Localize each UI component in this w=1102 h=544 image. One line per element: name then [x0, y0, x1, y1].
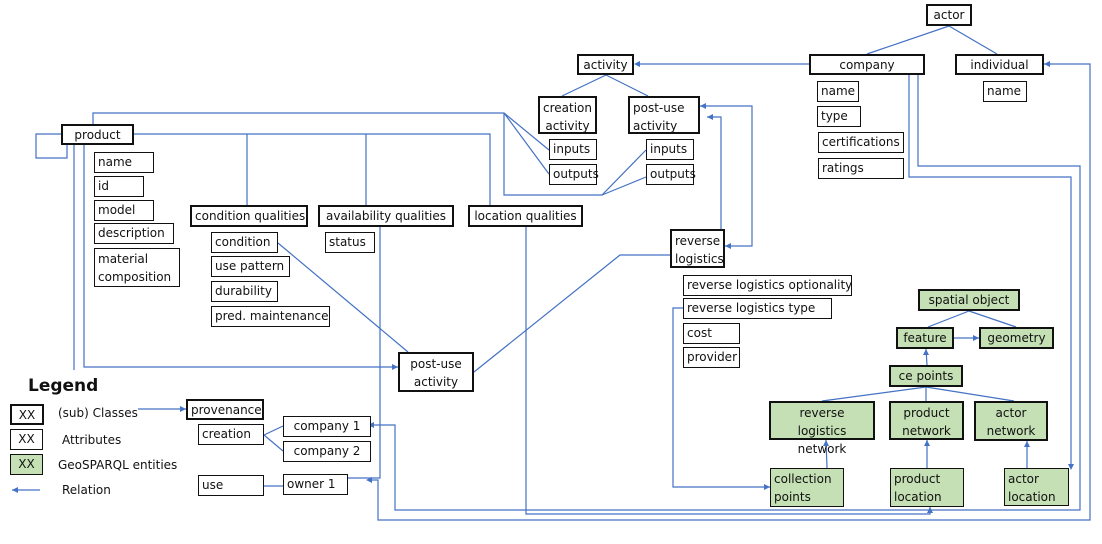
class-post-use-activity[interactable]: post-use activity — [628, 96, 700, 134]
attr-status: status — [325, 232, 375, 253]
geo-actor-location[interactable]: actor location — [1004, 468, 1069, 506]
geo-reverse-logistics-network[interactable]: reverse logistics network — [769, 401, 875, 456]
geo-product-network[interactable]: product network — [889, 401, 964, 440]
attr-owner-1: owner 1 — [283, 474, 348, 495]
attr-creation-outputs: outputs — [549, 164, 599, 185]
geo-product-location[interactable]: product location — [890, 468, 964, 507]
legend-classes-label: (sub) Classes — [58, 406, 138, 420]
attr-pred-maintenance: pred. maintenance — [211, 306, 330, 327]
class-location-qualities[interactable]: location qualities — [468, 205, 583, 227]
geo-feature[interactable]: feature — [896, 327, 954, 349]
attr-rl-optionality: reverse logistics optionality — [683, 275, 852, 296]
attr-cost: cost — [683, 323, 740, 344]
attr-postuse-outputs: outputs — [646, 164, 696, 185]
geo-collection-points[interactable]: collection points — [770, 468, 844, 507]
class-actor[interactable]: actor — [926, 4, 972, 26]
attr-condition: condition — [211, 232, 278, 253]
class-provenance[interactable]: provenance — [186, 399, 264, 420]
class-company[interactable]: company — [809, 54, 925, 75]
attr-creation-inputs: inputs — [549, 139, 597, 160]
attr-company-name: name — [817, 81, 859, 102]
legend-class-sample: XX — [10, 404, 44, 425]
legend-title: Legend — [28, 376, 99, 396]
class-availability-qualities[interactable]: availability qualities — [318, 205, 454, 227]
attr-use-pattern: use pattern — [211, 256, 290, 277]
legend-geosparql-label: GeoSPARQL entities — [58, 458, 178, 472]
attr-product-material-composition: material composition — [94, 248, 180, 287]
attr-company-1: company 1 — [283, 416, 371, 437]
attr-company-type: type — [817, 106, 861, 127]
legend-attribute-sample: XX — [10, 429, 43, 450]
attr-rl-type: reverse logistics type — [683, 298, 832, 319]
geo-spatial-object[interactable]: spatial object — [918, 289, 1020, 311]
class-condition-qualities[interactable]: condition qualities — [190, 205, 308, 227]
attr-individual-name: name — [983, 81, 1027, 102]
class-product[interactable]: product — [61, 124, 134, 145]
class-activity[interactable]: activity — [577, 54, 634, 75]
attr-use: use — [198, 475, 264, 496]
geo-ce-points[interactable]: ce points — [889, 365, 963, 387]
attr-product-id: id — [94, 176, 144, 197]
legend-relation-label: Relation — [62, 483, 111, 497]
attr-durability: durability — [211, 281, 278, 302]
legend-attributes-label: Attributes — [62, 433, 122, 447]
attr-company-certifications: certifications — [818, 132, 904, 153]
attr-company-ratings: ratings — [818, 158, 904, 179]
geo-geometry[interactable]: geometry — [979, 327, 1054, 349]
geo-actor-network[interactable]: actor network — [974, 401, 1048, 441]
class-individual[interactable]: individual — [955, 54, 1044, 75]
attr-company-2: company 2 — [283, 441, 371, 462]
attr-product-model: model — [94, 200, 154, 221]
attr-creation: creation — [198, 424, 264, 445]
class-creation-activity[interactable]: creation activity — [538, 96, 597, 134]
class-post-use-activity-2[interactable]: post-use activity — [398, 352, 474, 392]
attr-product-description: description — [94, 223, 174, 244]
attr-postuse-inputs: inputs — [646, 139, 694, 160]
class-reverse-logistics[interactable]: reverse logistics — [670, 229, 725, 268]
attr-product-name: name — [94, 152, 154, 173]
legend-geosparql-sample: XX — [10, 454, 43, 475]
attr-provider: provider — [683, 347, 740, 368]
